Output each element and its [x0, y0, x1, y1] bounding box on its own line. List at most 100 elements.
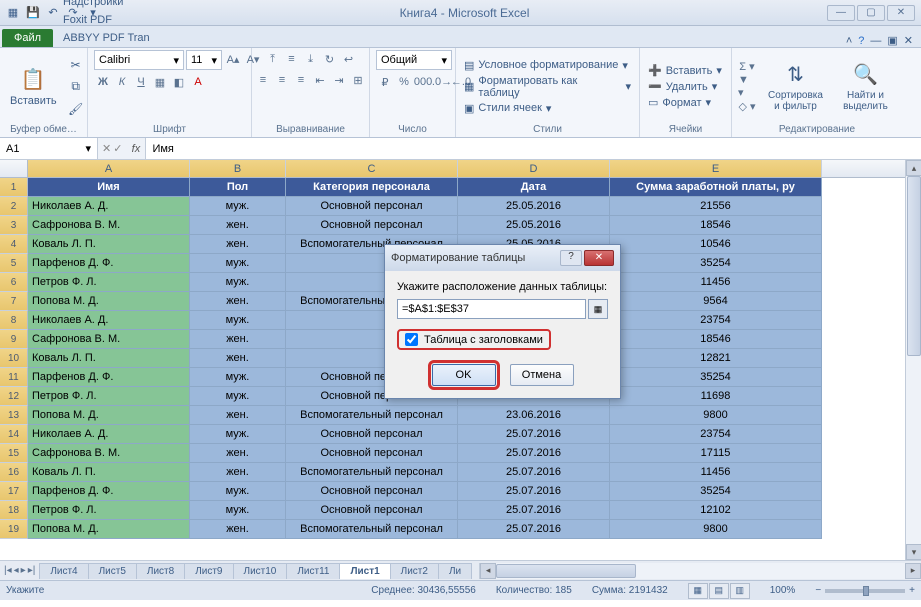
cell[interactable]: 25.05.2016 — [458, 216, 610, 235]
row-header-6[interactable]: 6 — [0, 273, 28, 292]
cell[interactable]: 25.07.2016 — [458, 463, 610, 482]
cell[interactable]: 25.07.2016 — [458, 501, 610, 520]
doc-minimize-icon[interactable]: — — [870, 35, 881, 47]
horizontal-scroll-thumb[interactable] — [496, 564, 636, 578]
ok-button[interactable]: OK — [432, 364, 496, 386]
cell[interactable]: жен. — [190, 235, 286, 254]
row-header-14[interactable]: 14 — [0, 425, 28, 444]
ribbon-tab-9[interactable]: Foxit PDF — [55, 11, 158, 29]
page-layout-view-icon[interactable]: ▤ — [709, 583, 729, 599]
format-as-table-button[interactable]: ▦Форматировать как таблицу ▾ — [462, 74, 633, 100]
select-all-corner[interactable] — [0, 160, 28, 177]
page-break-view-icon[interactable]: ▥ — [730, 583, 750, 599]
zoom-slider[interactable] — [825, 589, 905, 593]
underline-icon[interactable]: Ч — [132, 73, 150, 91]
cell[interactable]: 35254 — [610, 368, 822, 387]
cell[interactable]: 25.07.2016 — [458, 520, 610, 539]
next-sheet-icon[interactable]: ▸ — [21, 565, 26, 576]
cell[interactable]: 9800 — [610, 520, 822, 539]
scroll-left-icon[interactable]: ◂ — [480, 563, 496, 579]
orientation-icon[interactable]: ↻ — [321, 50, 339, 68]
cell[interactable]: Николаев А. Д. — [28, 311, 190, 330]
cell[interactable]: муж. — [190, 482, 286, 501]
cell[interactable]: 35254 — [610, 482, 822, 501]
normal-view-icon[interactable]: ▦ — [688, 583, 708, 599]
row-header-17[interactable]: 17 — [0, 482, 28, 501]
paste-button[interactable]: 📋 Вставить — [6, 65, 61, 109]
cell[interactable]: муж. — [190, 368, 286, 387]
cell[interactable]: муж. — [190, 197, 286, 216]
fx-icon[interactable]: fx — [126, 138, 146, 159]
sheet-tab-Лист10[interactable]: Лист10 — [233, 563, 288, 579]
indent-decrease-icon[interactable]: ⇤ — [311, 71, 329, 89]
range-selector-icon[interactable]: ▦ — [588, 299, 608, 319]
cell[interactable]: Попова М. Д. — [28, 406, 190, 425]
row-header-19[interactable]: 19 — [0, 520, 28, 539]
last-sheet-icon[interactable]: ▸| — [28, 565, 36, 576]
cell[interactable]: жен. — [190, 349, 286, 368]
find-select-button[interactable]: 🔍 Найти и выделить — [835, 60, 896, 114]
header-cell[interactable]: Сумма заработной платы, ру — [610, 178, 822, 197]
cell[interactable]: Основной персонал — [286, 501, 458, 520]
percent-icon[interactable]: % — [395, 73, 413, 91]
wrap-text-icon[interactable]: ↩ — [340, 50, 358, 68]
row-header-15[interactable]: 15 — [0, 444, 28, 463]
sheet-tab-Лист9[interactable]: Лист9 — [184, 563, 233, 579]
column-header-C[interactable]: C — [286, 160, 458, 177]
header-cell[interactable]: Имя — [28, 178, 190, 197]
cell[interactable]: Николаев А. Д. — [28, 197, 190, 216]
copy-icon[interactable]: ⧉ — [65, 77, 87, 97]
cell[interactable]: жен. — [190, 330, 286, 349]
format-cells-button[interactable]: ▭Формат ▾ — [646, 95, 724, 110]
row-header-9[interactable]: 9 — [0, 330, 28, 349]
cell[interactable]: жен. — [190, 216, 286, 235]
header-cell[interactable]: Дата — [458, 178, 610, 197]
cell[interactable]: 18546 — [610, 216, 822, 235]
cancel-button[interactable]: Отмена — [510, 364, 574, 386]
column-header-E[interactable]: E — [610, 160, 822, 177]
maximize-button[interactable]: ▢ — [857, 5, 885, 21]
cell[interactable]: 11698 — [610, 387, 822, 406]
zoom-level[interactable]: 100% — [770, 585, 796, 596]
formula-input[interactable]: Имя — [146, 138, 921, 159]
sheet-tab-Лист1[interactable]: Лист1 — [339, 563, 390, 579]
cell[interactable]: 18546 — [610, 330, 822, 349]
doc-close-icon[interactable]: ✕ — [904, 34, 913, 47]
cell[interactable]: жен. — [190, 463, 286, 482]
cell[interactable]: 9564 — [610, 292, 822, 311]
sheet-tab-Лист5[interactable]: Лист5 — [88, 563, 137, 579]
align-bottom-icon[interactable]: ⤓ — [302, 50, 320, 68]
cell[interactable]: Сафронова В. М. — [28, 330, 190, 349]
sheet-tab-Лист4[interactable]: Лист4 — [39, 563, 88, 579]
cell[interactable]: Основной персонал — [286, 425, 458, 444]
sheet-tab-Лист11[interactable]: Лист11 — [286, 563, 340, 579]
increase-decimal-icon[interactable]: .0→ — [433, 73, 451, 91]
cell[interactable]: 25.05.2016 — [458, 197, 610, 216]
save-icon[interactable]: 💾 — [24, 4, 42, 22]
cell[interactable]: 10546 — [610, 235, 822, 254]
cell[interactable]: 11456 — [610, 273, 822, 292]
cell[interactable]: Петров Ф. Л. — [28, 273, 190, 292]
row-header-12[interactable]: 12 — [0, 387, 28, 406]
row-header-13[interactable]: 13 — [0, 406, 28, 425]
font-size-combo[interactable]: 11▾ — [186, 50, 222, 70]
headers-checkbox[interactable] — [405, 333, 418, 346]
close-button[interactable]: ✕ — [887, 5, 915, 21]
cell[interactable]: 12821 — [610, 349, 822, 368]
insert-cells-button[interactable]: ➕Вставить ▾ — [646, 63, 724, 78]
align-right-icon[interactable]: ≡ — [292, 71, 310, 89]
cell[interactable]: жен. — [190, 444, 286, 463]
row-header-5[interactable]: 5 — [0, 254, 28, 273]
font-color-icon[interactable]: A — [189, 73, 207, 91]
row-header-1[interactable]: 1 — [0, 178, 28, 197]
cell[interactable]: 23754 — [610, 425, 822, 444]
ribbon-tab-8[interactable]: Надстройки — [55, 0, 158, 11]
file-tab[interactable]: Файл — [2, 29, 53, 47]
sheet-tab-Лист8[interactable]: Лист8 — [136, 563, 185, 579]
cell[interactable]: Парфенов Д. Ф. — [28, 254, 190, 273]
zoom-thumb[interactable] — [863, 586, 869, 596]
clear-icon[interactable]: ◇ ▾ — [738, 98, 756, 116]
first-sheet-icon[interactable]: |◂ — [4, 565, 12, 576]
delete-cells-button[interactable]: ➖Удалить ▾ — [646, 79, 724, 94]
cell[interactable]: 35254 — [610, 254, 822, 273]
